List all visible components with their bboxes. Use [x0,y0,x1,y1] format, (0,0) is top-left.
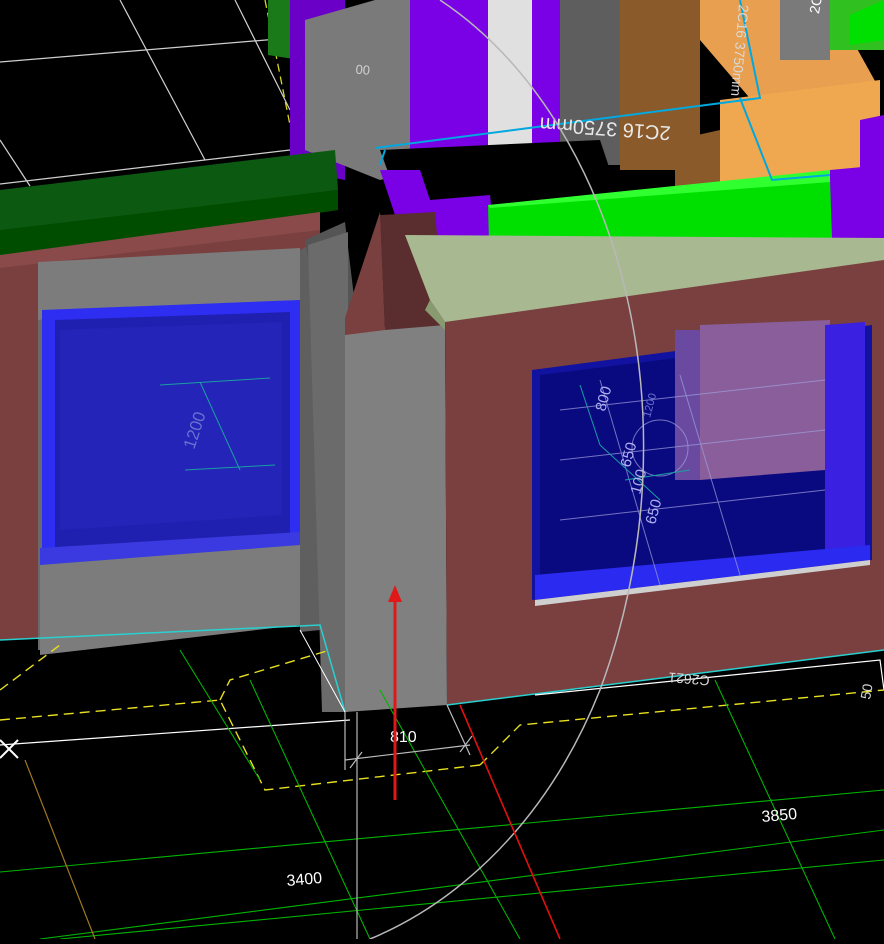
top-small-label: 00 [355,62,371,78]
red-axis-line [459,704,561,940]
grid-dim-right: 3850 [761,806,798,826]
top-corner-label: 2C [806,0,825,15]
left-guide [24,759,96,940]
left-window [38,240,320,655]
edge-tag: 50 [857,682,875,700]
crosshair-icon[interactable] [0,739,19,759]
top-left-grid [0,0,291,187]
cad-3d-viewport[interactable]: 2C16 3750mm 2C16 3750mm 2C 00 1200 800 6… [0,0,884,940]
grid-dim-left: 3400 [286,870,323,890]
